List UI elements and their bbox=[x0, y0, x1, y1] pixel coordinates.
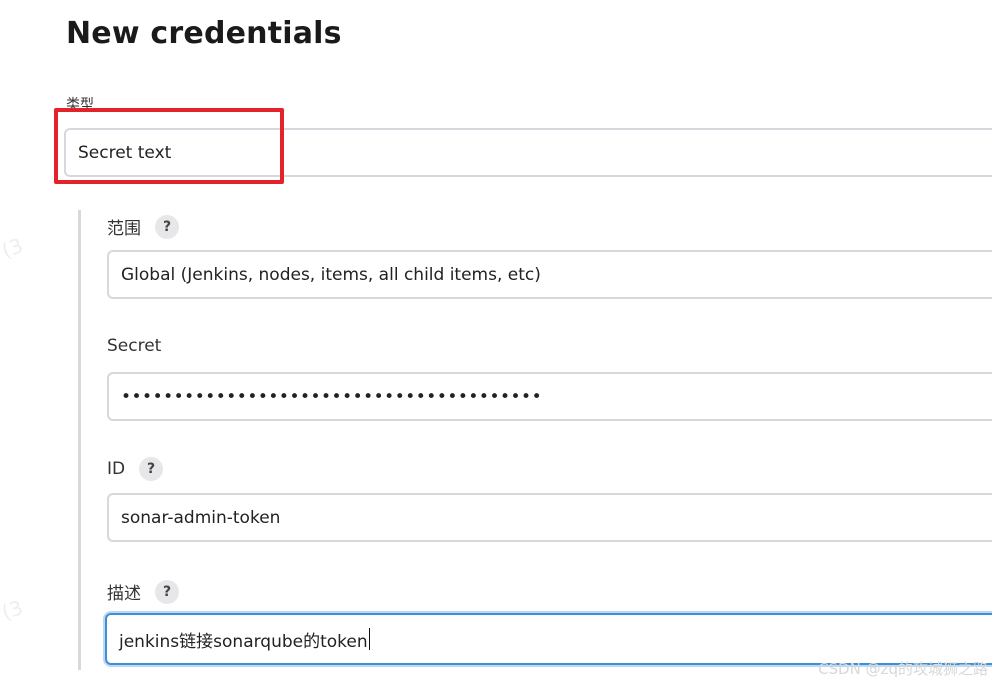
id-help-icon[interactable]: ? bbox=[139, 457, 164, 481]
description-label: 描述 bbox=[107, 584, 141, 604]
secret-input-value: •••••••••••••••••••••••••••••••••••••••• bbox=[121, 386, 543, 407]
id-input[interactable]: sonar-admin-token bbox=[107, 493, 992, 542]
scope-label: 范围 bbox=[107, 219, 141, 239]
kind-select-value: Secret text bbox=[78, 142, 172, 163]
scope-select-value: Global (Jenkins, nodes, items, all child… bbox=[121, 264, 541, 285]
scope-help-icon[interactable]: ? bbox=[155, 214, 179, 239]
id-input-value: sonar-admin-token bbox=[121, 507, 281, 528]
scope-select[interactable]: Global (Jenkins, nodes, items, all child… bbox=[107, 250, 992, 299]
kind-select[interactable]: Secret text bbox=[64, 128, 992, 177]
background-mark: (3 bbox=[0, 233, 27, 263]
text-caret bbox=[368, 628, 370, 650]
watermark: CSDN @zq的攻城狮之路 bbox=[818, 660, 988, 678]
secret-label: Secret bbox=[107, 336, 162, 356]
page-title: New credentials bbox=[66, 16, 342, 51]
description-help-icon[interactable]: ? bbox=[155, 579, 179, 604]
nested-section-divider bbox=[78, 210, 81, 670]
description-input-value: jenkins链接sonarqube的token bbox=[119, 631, 368, 652]
id-label-row: ID ? bbox=[107, 457, 164, 481]
secret-input[interactable]: •••••••••••••••••••••••••••••••••••••••• bbox=[107, 372, 992, 421]
credentials-page: New credentials 类型 Secret text 范围 ? Glob… bbox=[0, 0, 992, 685]
background-mark: (3 bbox=[0, 595, 27, 625]
description-label-row: 描述 ? bbox=[107, 579, 179, 604]
id-label: ID bbox=[107, 459, 126, 479]
secret-label-row: Secret bbox=[107, 336, 161, 356]
scope-label-row: 范围 ? bbox=[107, 214, 179, 239]
kind-label: 类型 bbox=[66, 97, 94, 113]
